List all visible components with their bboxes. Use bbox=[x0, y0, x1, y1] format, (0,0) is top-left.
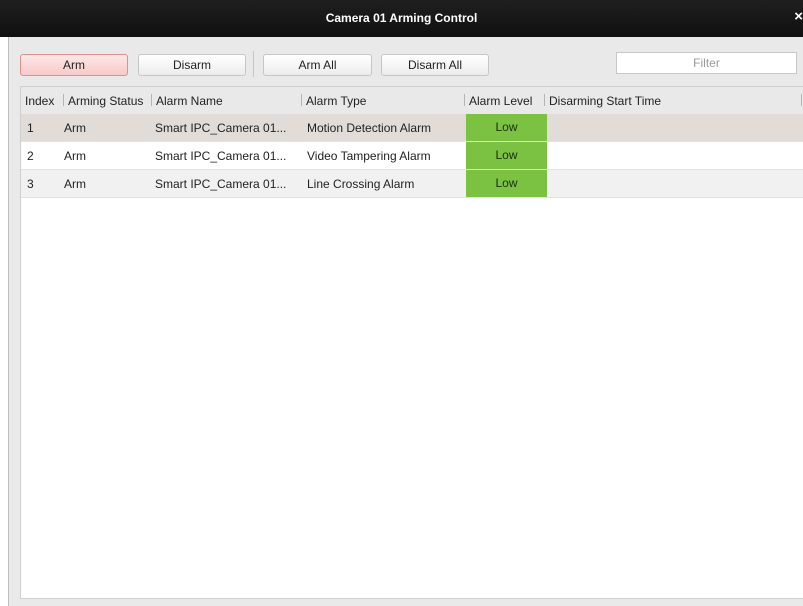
filter-input[interactable] bbox=[616, 52, 797, 74]
cell-alarm-level: Low bbox=[466, 170, 547, 197]
toolbar-divider bbox=[253, 51, 254, 77]
column-header-alarm-level[interactable]: Alarm Level bbox=[464, 94, 532, 108]
column-header-alarm-type[interactable]: Alarm Type bbox=[301, 94, 366, 108]
disarm-button[interactable]: Disarm bbox=[138, 54, 246, 76]
cell-arming-status: Arm bbox=[64, 177, 86, 191]
column-header-alarm-name[interactable]: Alarm Name bbox=[151, 94, 223, 108]
table-header: Index Arming Status Alarm Name Alarm Typ… bbox=[21, 87, 803, 114]
cell-index: 1 bbox=[27, 121, 34, 135]
window-title: Camera 01 Arming Control bbox=[325, 11, 478, 25]
disarm-all-button[interactable]: Disarm All bbox=[381, 54, 489, 76]
column-header-index[interactable]: Index bbox=[25, 94, 54, 108]
close-icon[interactable]: × bbox=[789, 8, 803, 26]
table-row[interactable]: 3 Arm Smart IPC_Camera 01... Line Crossi… bbox=[21, 170, 803, 198]
cell-alarm-type: Motion Detection Alarm bbox=[307, 121, 432, 135]
cell-alarm-level: Low bbox=[466, 142, 547, 169]
cell-alarm-level: Low bbox=[466, 114, 547, 141]
cell-alarm-type: Line Crossing Alarm bbox=[307, 177, 415, 191]
table-row[interactable]: 1 Arm Smart IPC_Camera 01... Motion Dete… bbox=[21, 114, 803, 142]
dialog-body: Arm Disarm Arm All Disarm All Index Armi… bbox=[8, 37, 803, 606]
column-header-disarming-start-time[interactable]: Disarming Start Time bbox=[544, 94, 661, 108]
arm-button[interactable]: Arm bbox=[20, 54, 128, 76]
dialog-bottom-edge bbox=[9, 599, 803, 606]
cell-alarm-name: Smart IPC_Camera 01... bbox=[155, 121, 287, 135]
cell-index: 3 bbox=[27, 177, 34, 191]
table-row[interactable]: 2 Arm Smart IPC_Camera 01... Video Tampe… bbox=[21, 142, 803, 170]
title-bar: Camera 01 Arming Control × bbox=[0, 0, 803, 37]
cell-arming-status: Arm bbox=[64, 149, 86, 163]
cell-arming-status: Arm bbox=[64, 121, 86, 135]
toolbar: Arm Disarm Arm All Disarm All bbox=[9, 37, 803, 83]
column-header-arming-status[interactable]: Arming Status bbox=[63, 94, 143, 108]
cell-alarm-type: Video Tampering Alarm bbox=[307, 149, 431, 163]
cell-index: 2 bbox=[27, 149, 34, 163]
cell-alarm-name: Smart IPC_Camera 01... bbox=[155, 177, 287, 191]
arm-all-button[interactable]: Arm All bbox=[263, 54, 372, 76]
cell-alarm-name: Smart IPC_Camera 01... bbox=[155, 149, 287, 163]
alarm-table: Index Arming Status Alarm Name Alarm Typ… bbox=[20, 86, 803, 599]
